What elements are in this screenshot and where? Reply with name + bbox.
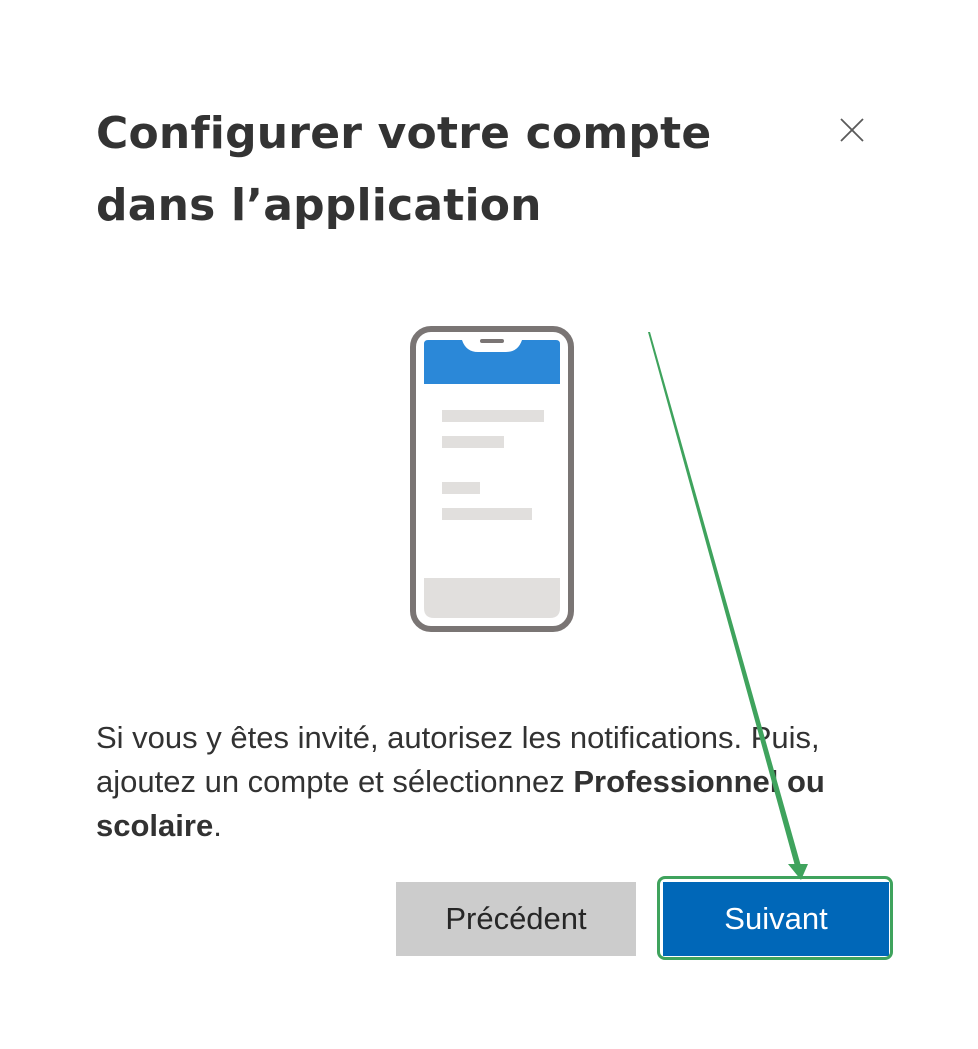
dialog-title: Configurer votre compte dans l’applicati…	[96, 98, 776, 242]
phone-speaker	[480, 339, 504, 343]
phone-line	[442, 410, 544, 422]
phone-line	[442, 508, 532, 520]
previous-button[interactable]: Précédent	[396, 882, 636, 956]
phone-line	[442, 482, 480, 494]
dialog-title-line1: Configurer votre compte	[96, 108, 712, 159]
annotation-arrow-head	[788, 864, 808, 880]
close-button[interactable]	[830, 108, 874, 152]
setup-dialog: Configurer votre compte dans l’applicati…	[0, 0, 978, 1049]
next-button[interactable]: Suivant	[663, 882, 889, 956]
phone-illustration	[410, 326, 574, 632]
instruction-text-part2: .	[213, 808, 222, 843]
close-icon	[840, 118, 864, 142]
phone-footer	[424, 578, 560, 618]
instruction-text: Si vous y êtes invité, autorisez les not…	[96, 716, 886, 848]
dialog-title-line2: dans l’application	[96, 180, 542, 231]
phone-line	[442, 436, 504, 448]
